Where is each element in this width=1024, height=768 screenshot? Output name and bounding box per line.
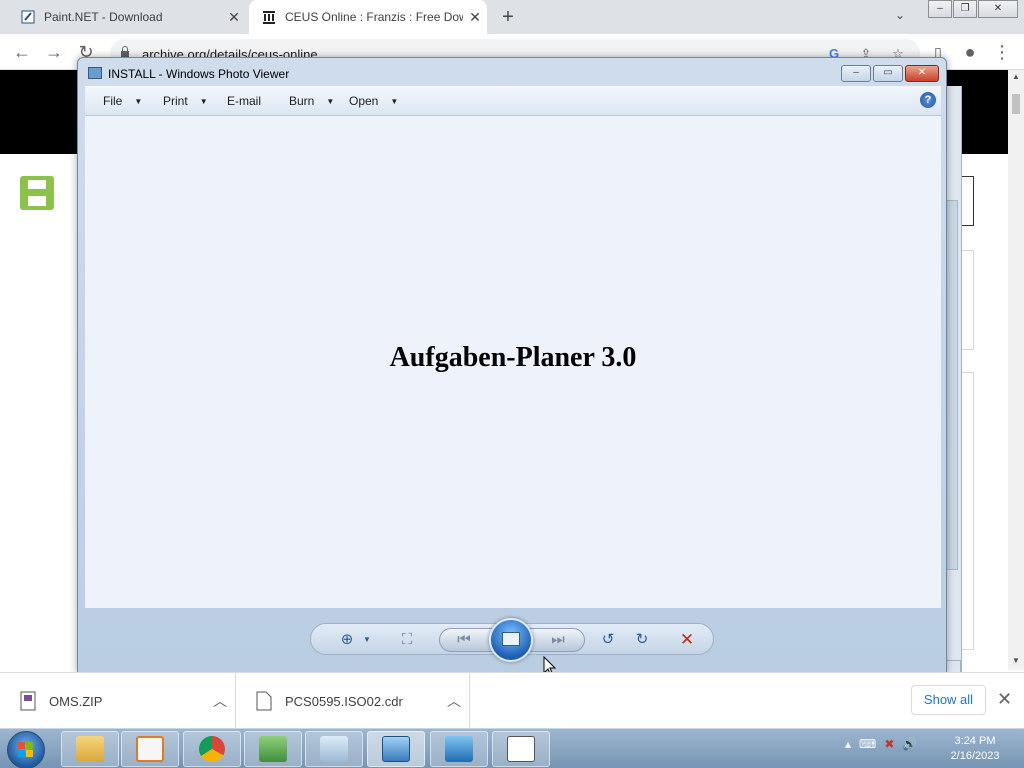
menu-print[interactable]: Print ▼ xyxy=(163,94,208,108)
clock[interactable]: 3:24 PM 2/16/2023 xyxy=(940,734,1010,764)
background-window-scrollbar xyxy=(946,200,958,570)
menu-label: Open xyxy=(349,94,379,108)
dropdown-caret-icon: ▼ xyxy=(134,96,143,106)
menu-label: Print xyxy=(163,94,188,108)
dropdown-caret-icon: ▼ xyxy=(326,96,335,106)
folder-icon xyxy=(76,736,104,762)
page-card-edge xyxy=(962,372,974,650)
download-name: PCS0595.ISO02.cdr xyxy=(285,693,403,709)
zoom-caret-icon[interactable]: ▼ xyxy=(357,630,377,650)
restore-button[interactable]: ❐ xyxy=(953,0,977,18)
chrome-icon xyxy=(199,736,225,762)
file-icon xyxy=(256,691,272,711)
download-name: OMS.ZIP xyxy=(49,693,103,709)
download-item[interactable]: OMS.ZIP ︿ xyxy=(0,673,236,729)
tab-title: Paint.NET - Download xyxy=(44,10,163,24)
rotate-clockwise-icon[interactable]: ↻ xyxy=(632,630,652,650)
profile-icon[interactable]: ● xyxy=(958,40,982,64)
taskbar-photo-viewer[interactable] xyxy=(367,731,425,767)
tab-search-icon[interactable]: ⌄ xyxy=(895,8,905,22)
scroll-up-icon[interactable]: ▲ xyxy=(1008,72,1024,81)
taskbar-explorer[interactable] xyxy=(61,731,119,767)
checklist-icon xyxy=(507,736,535,762)
photo-viewer-icon xyxy=(382,736,410,762)
start-button[interactable] xyxy=(7,731,45,768)
close-icon[interactable]: ✕ xyxy=(997,689,1012,710)
menu-burn[interactable]: Burn ▼ xyxy=(289,94,334,108)
photo-viewer-app-icon xyxy=(88,67,102,79)
taskbar-network[interactable] xyxy=(244,731,302,767)
minimize-button[interactable]: – xyxy=(841,65,871,82)
taskbar-list[interactable] xyxy=(492,731,550,767)
downloads-bar: OMS.ZIP ︿ PCS0595.ISO02.cdr ︿ Show all ✕ xyxy=(0,672,1024,729)
archive-org-icon xyxy=(261,9,277,25)
photo-viewer-window: INSTALL - Windows Photo Viewer – ▭ ✕ Fil… xyxy=(77,57,947,673)
chevron-up-icon[interactable]: ︿ xyxy=(205,691,235,711)
media-player-icon xyxy=(136,736,164,762)
new-tab-button[interactable]: + xyxy=(497,6,519,28)
menu-label: E-mail xyxy=(227,94,262,108)
dropdown-caret-icon: ▼ xyxy=(199,96,208,106)
taskbar-notepad[interactable] xyxy=(305,731,363,767)
arrow-app-icon xyxy=(445,736,473,762)
menu-label: Burn xyxy=(289,94,315,108)
page-card-edge xyxy=(962,176,974,226)
page-card-edge xyxy=(962,250,974,350)
windows-logo-icon xyxy=(18,742,33,757)
close-window-button[interactable]: ✕ xyxy=(978,0,1018,18)
close-tab-icon[interactable]: ✕ xyxy=(222,9,246,26)
notepad-icon xyxy=(320,736,348,762)
zoom-icon[interactable]: ⊕ xyxy=(337,630,357,650)
next-icon[interactable]: ⏭ xyxy=(548,630,568,650)
clock-time: 3:24 PM xyxy=(954,735,996,747)
maximize-button[interactable]: ▭ xyxy=(873,65,903,82)
window-title: INSTALL - Windows Photo Viewer xyxy=(108,67,290,81)
menu-bar: File ▼ Print ▼ E-mail Burn ▼ Open ▼ ? xyxy=(85,86,941,116)
tab-title: CEUS Online : Franzis : Free Dow xyxy=(285,10,463,24)
close-tab-icon[interactable]: ✕ xyxy=(463,9,487,26)
download-item[interactable]: PCS0595.ISO02.cdr ︿ xyxy=(236,673,470,729)
menu-email[interactable]: E-mail xyxy=(227,94,261,108)
slideshow-button[interactable] xyxy=(489,618,533,662)
tab-paintnet[interactable]: Paint.NET - Download ✕ xyxy=(8,0,246,34)
taskbar-chrome[interactable] xyxy=(183,731,241,767)
menu-kebab-icon[interactable]: ⋮ xyxy=(990,40,1014,64)
tray-expand-icon[interactable]: ▴ xyxy=(845,737,851,751)
displayed-image-text: Aufgaben-Planer 3.0 xyxy=(389,342,637,373)
help-icon[interactable]: ? xyxy=(920,92,936,108)
menu-file[interactable]: File ▼ xyxy=(103,94,142,108)
menu-label: File xyxy=(103,94,123,108)
slideshow-icon xyxy=(502,632,520,646)
taskbar: ▴ ⌨ ✖ 🔊 3:24 PM 2/16/2023 xyxy=(0,728,1024,768)
dropdown-caret-icon: ▼ xyxy=(390,96,399,106)
rotate-counterclockwise-icon[interactable]: ↺ xyxy=(598,630,618,650)
scroll-down-icon[interactable]: ▼ xyxy=(1008,656,1024,665)
page-scrollbar[interactable]: ▲ ▼ xyxy=(1008,70,1024,670)
chevron-up-icon[interactable]: ︿ xyxy=(439,691,469,711)
taskbar-media-player[interactable] xyxy=(121,731,179,767)
keyboard-tray-icon[interactable]: ⌨ xyxy=(859,737,876,751)
actual-size-icon[interactable]: ⛶ xyxy=(397,630,417,650)
menu-open[interactable]: Open ▼ xyxy=(349,94,398,108)
network-icon xyxy=(259,736,287,762)
system-tray: ▴ ⌨ ✖ 🔊 xyxy=(845,737,917,751)
paintnet-icon xyxy=(20,9,36,25)
scroll-thumb[interactable] xyxy=(1012,94,1020,114)
zip-file-icon xyxy=(20,691,36,711)
floppy-save-icon[interactable] xyxy=(20,176,54,210)
volume-icon[interactable]: 🔊 xyxy=(902,737,917,751)
tab-strip: Paint.NET - Download ✕ CEUS Online : Fra… xyxy=(0,0,1024,34)
image-canvas: Aufgaben-Planer 3.0 xyxy=(85,116,941,608)
forward-button[interactable]: → xyxy=(42,40,66,64)
taskbar-remote[interactable] xyxy=(430,731,488,767)
previous-icon[interactable]: ⏮ xyxy=(454,630,474,650)
network-error-icon[interactable]: ✖ xyxy=(884,737,894,751)
show-all-button[interactable]: Show all xyxy=(911,685,986,715)
close-button[interactable]: ✕ xyxy=(905,65,939,82)
delete-icon[interactable]: ✕ xyxy=(677,630,697,650)
clock-date: 2/16/2023 xyxy=(950,750,1000,762)
minimize-button[interactable]: – xyxy=(928,0,952,18)
tab-ceus-online[interactable]: CEUS Online : Franzis : Free Dow ✕ xyxy=(249,0,487,34)
back-button[interactable]: ← xyxy=(10,40,34,64)
